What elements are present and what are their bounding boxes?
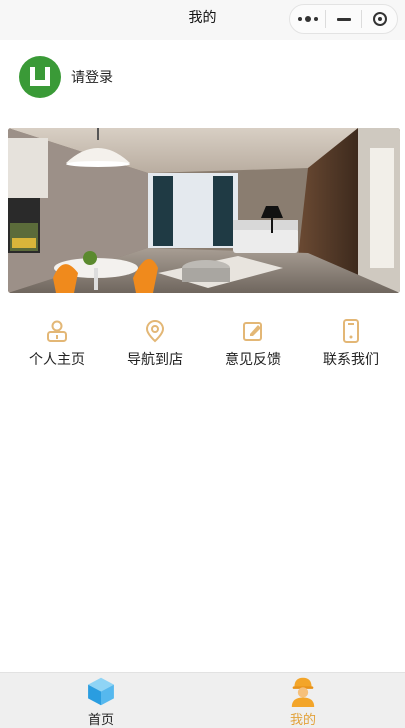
location-pin-icon (142, 318, 168, 344)
nav-bar: 我的 (0, 0, 405, 40)
menu-label: 导航到店 (127, 352, 183, 368)
menu-item-navigate[interactable]: 导航到店 (106, 318, 204, 378)
default-avatar-icon (30, 67, 50, 86)
menu-item-contact[interactable]: 联系我们 (302, 318, 400, 378)
banner-image[interactable] (8, 128, 400, 293)
login-row[interactable]: 请登录 (19, 56, 113, 98)
tab-label: 首页 (87, 713, 114, 728)
function-menu: 个人主页 导航到店 意见反馈 联系我们 (8, 318, 400, 378)
tab-mine[interactable]: 我的 (202, 673, 404, 728)
edit-icon (240, 318, 266, 344)
mini-program-capsule (289, 4, 398, 34)
menu-item-homepage[interactable]: 个人主页 (8, 318, 106, 378)
close-button[interactable] (362, 5, 397, 33)
menu-label: 个人主页 (29, 352, 85, 368)
more-button[interactable] (290, 5, 325, 33)
tab-bar: 首页 我的 (0, 672, 405, 728)
menu-label: 联系我们 (323, 352, 379, 368)
minimize-button[interactable] (326, 5, 361, 33)
menu-item-feedback[interactable]: 意见反馈 (204, 318, 302, 378)
phone-icon (338, 318, 364, 344)
living-room-photo (8, 128, 400, 293)
tab-label: 我的 (289, 713, 316, 728)
more-dots-icon (297, 16, 318, 22)
login-prompt[interactable]: 请登录 (71, 67, 113, 87)
cube-icon (88, 677, 114, 706)
person-icon (44, 318, 70, 344)
avatar[interactable] (19, 56, 61, 98)
tab-home[interactable]: 首页 (0, 673, 202, 728)
menu-label: 意见反馈 (225, 352, 281, 368)
worker-icon (291, 677, 315, 707)
minus-icon (336, 17, 351, 21)
target-circle-icon (372, 12, 387, 26)
